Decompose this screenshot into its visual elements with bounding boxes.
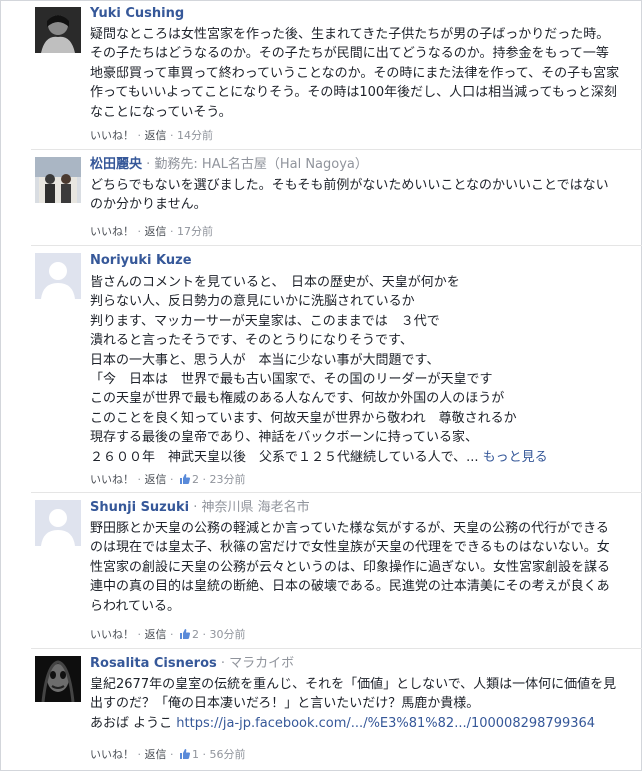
reply-link[interactable]: 返信 bbox=[145, 473, 167, 486]
commenter-name[interactable]: Noriyuki Kuze bbox=[90, 253, 192, 268]
comment-rosalita-cisneros: Rosalita Cisneros · マラカイボ 皇紀2677年の皇室の伝統を… bbox=[1, 649, 642, 771]
comments-panel: Yuki Cushing 疑問なところは女性宮家を作った後、生まれてきた子供たち… bbox=[0, 0, 642, 771]
reply-link[interactable]: 返信 bbox=[145, 129, 167, 142]
timestamp[interactable]: 14分前 bbox=[177, 129, 213, 142]
like-link[interactable]: いいね！ bbox=[90, 473, 134, 486]
comment-body: Shunji Suzuki · 神奈川県 海老名市 野田豚とか天皇の公務の軽減と… bbox=[90, 500, 620, 616]
comment-body: 松田麗央 · 勤務先: HAL名古屋（Hal Nagoya） どちらでもないを選… bbox=[90, 157, 620, 215]
comment-noriyuki-kuze: Noriyuki Kuze 皆さんのコメントを見ていると、 日本の歴史が、天皇が… bbox=[1, 246, 642, 492]
like-link[interactable]: いいね！ bbox=[90, 748, 134, 761]
comment-body: Yuki Cushing 疑問なところは女性宮家を作った後、生まれてきた子供たち… bbox=[90, 6, 620, 122]
comment-matsuda: 松田麗央 · 勤務先: HAL名古屋（Hal Nagoya） どちらでもないを選… bbox=[1, 150, 642, 245]
avatar[interactable] bbox=[35, 656, 81, 702]
comment-body: Noriyuki Kuze 皆さんのコメントを見ていると、 日本の歴史が、天皇が… bbox=[90, 253, 620, 467]
reply-link[interactable]: 返信 bbox=[145, 225, 167, 238]
comment-header: Yuki Cushing bbox=[90, 6, 620, 22]
comment-text: 皆さんのコメントを見ていると、 日本の歴史が、天皇が何かを 判らない人、反日勢力… bbox=[90, 273, 620, 467]
commenter-location[interactable]: マラカイボ bbox=[229, 656, 294, 671]
comment-text: 野田豚とか天皇の公務の軽減とか言っていた様な気がするが、天皇の公務の代行ができる… bbox=[90, 521, 611, 614]
timestamp[interactable]: 17分前 bbox=[177, 225, 213, 238]
comment-text-name: あおば ようこ bbox=[90, 715, 173, 731]
comment-text: 疑問なところは女性宮家を作った後、生まれてきた子供たちが男の子ばっかりだった時。… bbox=[90, 27, 620, 120]
commenter-affiliation[interactable]: 勤務先: HAL名古屋（Hal Nagoya） bbox=[154, 157, 367, 172]
comment-actions: いいね！ · 返信 · 14分前 bbox=[90, 129, 213, 142]
reply-link[interactable]: 返信 bbox=[145, 748, 167, 761]
reply-link[interactable]: 返信 bbox=[145, 628, 167, 641]
thumbs-up-icon[interactable] bbox=[179, 748, 191, 764]
avatar[interactable] bbox=[35, 7, 81, 53]
like-count[interactable]: 2 bbox=[192, 628, 199, 641]
avatar[interactable] bbox=[35, 500, 81, 546]
comment-actions: いいね！ · 返信 · 2 · 30分前 bbox=[90, 628, 246, 644]
like-link[interactable]: いいね！ bbox=[90, 129, 134, 142]
comment-header: Noriyuki Kuze bbox=[90, 253, 620, 269]
thumbs-up-icon[interactable] bbox=[179, 473, 191, 489]
avatar[interactable] bbox=[35, 253, 81, 299]
comment-header: Rosalita Cisneros · マラカイボ bbox=[90, 656, 295, 671]
commenter-name[interactable]: Yuki Cushing bbox=[90, 6, 184, 21]
timestamp[interactable]: 30分前 bbox=[210, 628, 246, 641]
comment-body: Rosalita Cisneros · マラカイボ 皇紀2677年の皇室の伝統を… bbox=[90, 656, 620, 733]
commenter-name[interactable]: Shunji Suzuki bbox=[90, 500, 189, 515]
comment-shunji-suzuki: Shunji Suzuki · 神奈川県 海老名市 野田豚とか天皇の公務の軽減と… bbox=[1, 493, 642, 648]
comment-text: どちらでもないを選びました。そもそも前例がないためいいことなのかいいことではない… bbox=[90, 178, 609, 213]
timestamp[interactable]: 23分前 bbox=[210, 473, 246, 486]
avatar[interactable] bbox=[35, 157, 81, 203]
commenter-location[interactable]: 神奈川県 海老名市 bbox=[202, 500, 310, 515]
like-link[interactable]: いいね！ bbox=[90, 225, 134, 238]
like-count[interactable]: 1 bbox=[192, 748, 199, 761]
comment-header: 松田麗央 · 勤務先: HAL名古屋（Hal Nagoya） bbox=[90, 157, 368, 172]
comment-actions: いいね！ · 返信 · 1 · 56分前 bbox=[90, 748, 246, 764]
comment-yuki-cushing: Yuki Cushing 疑問なところは女性宮家を作った後、生まれてきた子供たち… bbox=[1, 1, 642, 149]
comment-text-content: 皇紀2677年の皇室の伝統を重んじ、それを「価値」としないで、人類は一体何に価値… bbox=[90, 677, 617, 712]
like-count[interactable]: 2 bbox=[192, 473, 199, 486]
comment-actions: いいね！ · 返信 · 2 · 23分前 bbox=[90, 473, 246, 489]
commenter-name[interactable]: 松田麗央 bbox=[90, 157, 142, 172]
commenter-name[interactable]: Rosalita Cisneros bbox=[90, 656, 217, 671]
comment-text: 皇紀2677年の皇室の伝統を重んじ、それを「価値」としないで、人類は一体何に価値… bbox=[90, 675, 620, 733]
thumbs-up-icon[interactable] bbox=[179, 628, 191, 644]
comment-text-content: 皆さんのコメントを見ていると、 日本の歴史が、天皇が何かを 判らない人、反日勢力… bbox=[90, 275, 517, 465]
timestamp[interactable]: 56分前 bbox=[210, 748, 246, 761]
comment-link[interactable]: https://ja-jp.facebook.com/.../%E3%81%82… bbox=[176, 716, 595, 731]
see-more-link[interactable]: もっと見る bbox=[483, 450, 548, 465]
comment-actions: いいね！ · 返信 · 17分前 bbox=[90, 225, 213, 238]
comment-header: Shunji Suzuki · 神奈川県 海老名市 bbox=[90, 500, 310, 515]
like-link[interactable]: いいね！ bbox=[90, 628, 134, 641]
